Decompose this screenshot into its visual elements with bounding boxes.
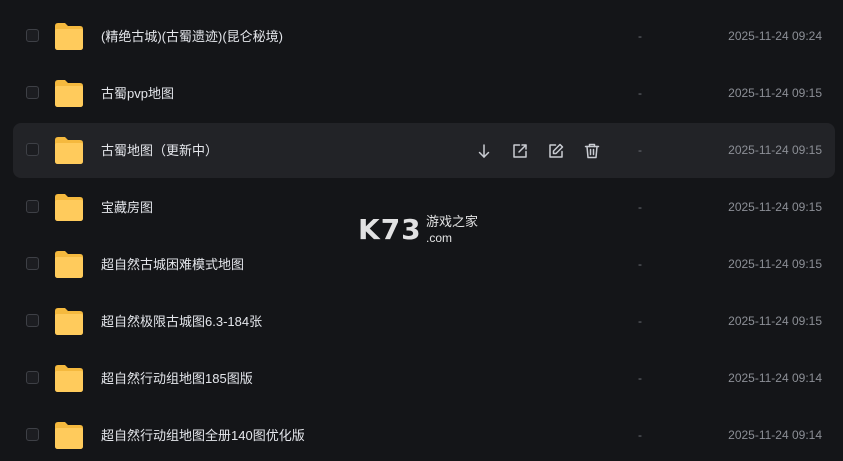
file-modified-date: 2025-11-24 09:15 — [728, 86, 822, 100]
file-name[interactable]: 宝藏房图 — [101, 180, 153, 235]
file-row[interactable]: 超自然古城困难模式地图 - 2025-11-24 09:15 — [13, 237, 835, 292]
row-checkbox[interactable] — [26, 257, 39, 270]
file-row[interactable]: 超自然行动组地图185图版 - 2025-11-24 09:14 — [13, 351, 835, 406]
file-modified-date: 2025-11-24 09:15 — [728, 143, 822, 157]
file-size: - — [638, 257, 642, 271]
file-row[interactable]: 宝藏房图 - 2025-11-24 09:15 — [13, 180, 835, 235]
folder-icon — [55, 308, 83, 335]
file-modified-date: 2025-11-24 09:24 — [728, 29, 822, 43]
row-checkbox[interactable] — [26, 371, 39, 384]
file-modified-date: 2025-11-24 09:15 — [728, 314, 822, 328]
file-modified-date: 2025-11-24 09:14 — [728, 371, 822, 385]
file-name[interactable]: 古蜀地图（更新中） — [101, 123, 218, 178]
folder-icon — [55, 251, 83, 278]
file-row[interactable]: 超自然行动组地图全册140图优化版 - 2025-11-24 09:14 — [13, 408, 835, 461]
folder-icon — [55, 194, 83, 221]
file-list: (精绝古城)(古蜀遗迹)(昆仑秘境) - 2025-11-24 09:24 古蜀… — [0, 0, 843, 461]
file-name[interactable]: 超自然极限古城图6.3-184张 — [101, 294, 262, 349]
row-checkbox[interactable] — [26, 143, 39, 156]
file-size: - — [638, 200, 642, 214]
file-size: - — [638, 143, 642, 157]
edit-icon[interactable] — [547, 142, 565, 160]
file-name[interactable]: 超自然行动组地图全册140图优化版 — [101, 408, 305, 461]
file-row-hovered[interactable]: 古蜀地图（更新中） - 2025-11-24 09:15 — [13, 123, 835, 178]
share-icon[interactable] — [511, 142, 529, 160]
download-icon[interactable] — [475, 142, 493, 160]
file-row[interactable]: 超自然极限古城图6.3-184张 - 2025-11-24 09:15 — [13, 294, 835, 349]
row-checkbox[interactable] — [26, 428, 39, 441]
row-checkbox[interactable] — [26, 314, 39, 327]
file-name[interactable]: (精绝古城)(古蜀遗迹)(昆仑秘境) — [101, 9, 283, 64]
file-row[interactable]: (精绝古城)(古蜀遗迹)(昆仑秘境) - 2025-11-24 09:24 — [13, 9, 835, 64]
folder-icon — [55, 422, 83, 449]
file-modified-date: 2025-11-24 09:14 — [728, 428, 822, 442]
file-modified-date: 2025-11-24 09:15 — [728, 200, 822, 214]
file-name[interactable]: 超自然行动组地图185图版 — [101, 351, 253, 406]
row-checkbox[interactable] — [26, 29, 39, 42]
file-modified-date: 2025-11-24 09:15 — [728, 257, 822, 271]
file-size: - — [638, 86, 642, 100]
row-checkbox[interactable] — [26, 200, 39, 213]
file-size: - — [638, 29, 642, 43]
folder-icon — [55, 23, 83, 50]
file-size: - — [638, 314, 642, 328]
delete-icon[interactable] — [583, 142, 601, 160]
file-size: - — [638, 371, 642, 385]
file-name[interactable]: 古蜀pvp地图 — [101, 66, 174, 121]
file-size: - — [638, 428, 642, 442]
folder-icon — [55, 137, 83, 164]
row-checkbox[interactable] — [26, 86, 39, 99]
folder-icon — [55, 365, 83, 392]
file-row[interactable]: 古蜀pvp地图 - 2025-11-24 09:15 — [13, 66, 835, 121]
folder-icon — [55, 80, 83, 107]
file-name[interactable]: 超自然古城困难模式地图 — [101, 237, 244, 292]
